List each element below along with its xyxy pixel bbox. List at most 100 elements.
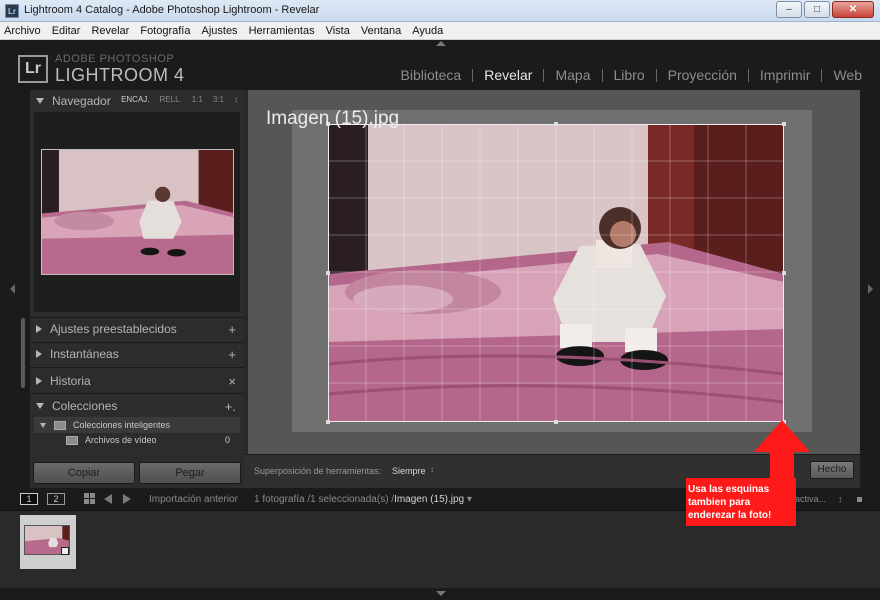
- crop-handle-top[interactable]: [554, 122, 558, 126]
- annotation-text: Usa las esquinas tambien para enderezar …: [688, 484, 772, 521]
- grid-view-icon[interactable]: [84, 493, 95, 504]
- collapse-top-panel-icon[interactable]: [436, 41, 446, 46]
- done-button[interactable]: Hecho: [810, 461, 854, 479]
- window-controls: – □ ✕: [776, 1, 874, 18]
- filmstrip-current-file[interactable]: Imagen (15).jpg: [394, 494, 464, 505]
- navigator-thumbnail[interactable]: [41, 149, 234, 275]
- window-titlebar: Lr Lightroom 4 Catalog - Adobe Photoshop…: [0, 0, 880, 22]
- filter-switch-icon[interactable]: [857, 497, 862, 502]
- add-collection-icon[interactable]: +.: [225, 399, 236, 414]
- badge-icon: [61, 547, 69, 555]
- add-snapshot-icon[interactable]: +: [228, 347, 236, 362]
- crop-handle-top-right[interactable]: [782, 122, 786, 126]
- menu-revelar[interactable]: Revelar: [91, 25, 129, 37]
- zoom-fit[interactable]: ENCAJ.: [121, 95, 149, 104]
- copy-paste-bar: Copiar Pegar: [30, 458, 244, 488]
- filmstrip-count: 1 fotografía /1 seleccionada(s) /Imagen …: [254, 494, 472, 505]
- smart-collections-label: Colecciones inteligentes: [73, 420, 171, 430]
- module-imprimir[interactable]: Imprimir: [749, 67, 822, 83]
- menu-ajustes[interactable]: Ajustes: [201, 25, 237, 37]
- menu-archivo[interactable]: Archivo: [4, 25, 41, 37]
- brand-line-2: LIGHTROOM 4: [55, 65, 185, 85]
- forward-arrow-icon[interactable]: [123, 494, 131, 504]
- left-panel-scrollbar[interactable]: [21, 318, 25, 388]
- clear-history-icon[interactable]: ×: [228, 374, 236, 389]
- smart-collections-row[interactable]: Colecciones inteligentes: [34, 417, 240, 433]
- navigator-zoom-options: ENCAJ. RELL. 1:1 3:1 ↕: [121, 95, 238, 104]
- video-files-label: Archivos de vídeo: [85, 435, 157, 445]
- window-title: Lightroom 4 Catalog - Adobe Photoshop Li…: [24, 4, 320, 16]
- expand-triangle-icon: [36, 98, 44, 104]
- bottom-edge: [0, 588, 880, 600]
- expand-right-panel-icon[interactable]: [868, 284, 873, 294]
- collections-header[interactable]: Colecciones +.: [30, 395, 244, 417]
- zoom-3-1[interactable]: 3:1: [213, 95, 224, 104]
- filmstrip-source[interactable]: Importación anterior: [149, 494, 238, 505]
- module-web[interactable]: Web: [822, 67, 862, 83]
- secondary-window-button[interactable]: 2: [47, 493, 65, 505]
- zoom-fill[interactable]: RELL.: [160, 95, 182, 104]
- menu-bar: Archivo Editar Revelar Fotografía Ajuste…: [0, 22, 880, 40]
- expand-triangle-icon: [36, 403, 44, 409]
- collapse-triangle-icon: [36, 377, 42, 385]
- minimize-button[interactable]: –: [776, 1, 802, 18]
- identity-plate-bar: Lr ADOBE PHOTOSHOP LIGHTROOM 4 Bibliotec…: [0, 40, 880, 90]
- close-button[interactable]: ✕: [832, 1, 874, 18]
- module-mapa[interactable]: Mapa: [544, 67, 601, 83]
- tool-overlay-select[interactable]: Siempre: [392, 466, 426, 476]
- history-header[interactable]: Historia ×: [30, 370, 244, 392]
- video-files-row[interactable]: Archivos de vídeo 0: [34, 432, 240, 448]
- panel-divider: [30, 393, 244, 394]
- filmstrip-dropdown-icon[interactable]: ▾: [467, 494, 472, 505]
- select-arrows-icon[interactable]: ↕: [430, 465, 434, 474]
- snapshots-title: Instantáneas: [50, 347, 119, 361]
- collapse-triangle-icon: [36, 350, 42, 358]
- filter-select[interactable]: activa...: [795, 494, 826, 504]
- module-proyeccion[interactable]: Proyección: [657, 67, 748, 83]
- module-biblioteca[interactable]: Biblioteca: [390, 67, 473, 83]
- brand-line-1: ADOBE PHOTOSHOP: [55, 53, 175, 65]
- navigator-preview-area: [34, 112, 240, 312]
- navigator-header[interactable]: Navegador ENCAJ. RELL. 1:1 3:1 ↕: [30, 90, 244, 112]
- crop-handle-bottom-left[interactable]: [326, 420, 330, 424]
- primary-window-button[interactable]: 1: [20, 493, 38, 505]
- add-preset-icon[interactable]: +: [228, 322, 236, 337]
- module-libro[interactable]: Libro: [603, 67, 656, 83]
- snapshots-header[interactable]: Instantáneas +: [30, 343, 244, 365]
- image-filename-overlay: Imagen (15).jpg: [266, 108, 400, 129]
- panel-divider: [30, 367, 244, 368]
- back-arrow-icon[interactable]: [104, 494, 112, 504]
- menu-herramientas[interactable]: Herramientas: [249, 25, 315, 37]
- menu-ventana[interactable]: Ventana: [361, 25, 401, 37]
- collapse-left-panel-icon[interactable]: [10, 284, 15, 294]
- history-title: Historia: [50, 374, 91, 388]
- menu-editar[interactable]: Editar: [52, 25, 81, 37]
- copy-button[interactable]: Copiar: [33, 462, 135, 484]
- zoom-arrows-icon[interactable]: ↕: [234, 95, 238, 104]
- filmstrip-thumbnail[interactable]: [20, 515, 76, 569]
- menu-ayuda[interactable]: Ayuda: [412, 25, 443, 37]
- lightroom-logo: Lr: [18, 55, 48, 83]
- left-panel: Navegador ENCAJ. RELL. 1:1 3:1 ↕ Ajustes…: [30, 90, 244, 488]
- collapse-filmstrip-icon[interactable]: [436, 591, 446, 596]
- crop-handle-left[interactable]: [326, 271, 330, 275]
- maximize-button[interactable]: □: [804, 1, 830, 18]
- module-picker: Biblioteca Revelar Mapa Libro Proyección…: [390, 67, 862, 83]
- tool-overlay-label: Superposición de herramientas:: [254, 466, 382, 476]
- menu-fotografia[interactable]: Fotografía: [140, 25, 190, 37]
- crop-handle-bottom[interactable]: [554, 420, 558, 424]
- smart-collection-icon: [66, 435, 78, 445]
- crop-handle-right[interactable]: [782, 271, 786, 275]
- menu-vista[interactable]: Vista: [326, 25, 350, 37]
- filmstrip-count-text: 1 fotografía /1 seleccionada(s) /: [254, 494, 395, 505]
- module-revelar[interactable]: Revelar: [473, 67, 543, 83]
- smart-collection-folder-icon: [54, 420, 66, 430]
- photo-crop-area[interactable]: [328, 124, 784, 422]
- presets-header[interactable]: Ajustes preestablecidos +: [30, 318, 244, 340]
- collections-title: Colecciones: [52, 399, 118, 413]
- expand-triangle-icon: [40, 422, 46, 428]
- annotation-arrow-icon: [754, 420, 810, 482]
- paste-button[interactable]: Pegar: [139, 462, 241, 484]
- filter-select-arrows-icon[interactable]: ↕: [838, 494, 843, 504]
- zoom-1-1[interactable]: 1:1: [192, 95, 203, 104]
